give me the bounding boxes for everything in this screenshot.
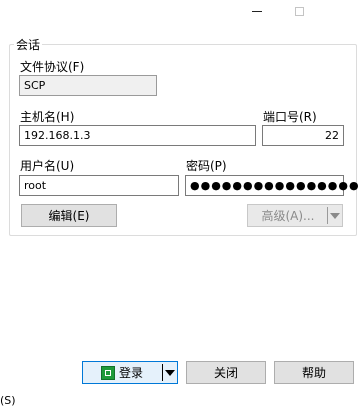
close-button[interactable]: 关闭 — [186, 361, 266, 384]
chevron-down-icon — [330, 213, 340, 219]
port-label: 端口号(R) — [263, 110, 317, 124]
advanced-dropdown-arrow[interactable] — [330, 213, 340, 219]
help-button-label: 帮助 — [301, 366, 326, 380]
protocol-label: 文件协议(F) — [20, 60, 85, 74]
port-field[interactable]: 22 — [262, 125, 344, 146]
minimize-button[interactable] — [234, 0, 280, 22]
password-value: ●●●●●●●●●●●●●●●● — [190, 179, 360, 192]
bottom-hotkey-text: (S) — [0, 394, 16, 407]
protocol-select[interactable]: SCP — [19, 75, 157, 96]
session-group-title: 会话 — [14, 36, 43, 53]
advanced-button[interactable]: 高级(A)... — [247, 204, 343, 227]
user-label: 用户名(U) — [20, 159, 75, 173]
host-field[interactable]: 192.168.1.3 — [19, 125, 256, 146]
password-label: 密码(P) — [186, 159, 227, 173]
host-value: 192.168.1.3 — [24, 129, 91, 142]
edit-button-label: 编辑(E) — [48, 209, 90, 223]
chevron-down-icon — [165, 370, 175, 376]
title-bar — [0, 0, 364, 22]
maximize-button[interactable] — [276, 0, 322, 22]
login-icon — [100, 365, 115, 380]
maximize-icon — [294, 6, 304, 16]
port-value: 22 — [325, 129, 339, 142]
login-split-divider — [162, 364, 163, 381]
password-field[interactable]: ●●●●●●●●●●●●●●●● — [185, 175, 359, 196]
protocol-value: SCP — [24, 79, 46, 92]
host-label: 主机名(H) — [20, 110, 75, 124]
user-value: root — [24, 179, 47, 192]
login-dropdown-arrow[interactable] — [165, 370, 175, 376]
help-button[interactable]: 帮助 — [274, 361, 354, 384]
login-button[interactable]: 登录 — [82, 361, 178, 384]
login-button-label: 登录 — [118, 366, 143, 380]
edit-button[interactable]: 编辑(E) — [21, 204, 117, 227]
advanced-button-label: 高级(A)... — [261, 209, 315, 223]
advanced-split-divider — [327, 207, 328, 224]
user-field[interactable]: root — [19, 175, 179, 196]
minimize-icon — [252, 10, 262, 12]
close-button-label: 关闭 — [213, 366, 238, 380]
